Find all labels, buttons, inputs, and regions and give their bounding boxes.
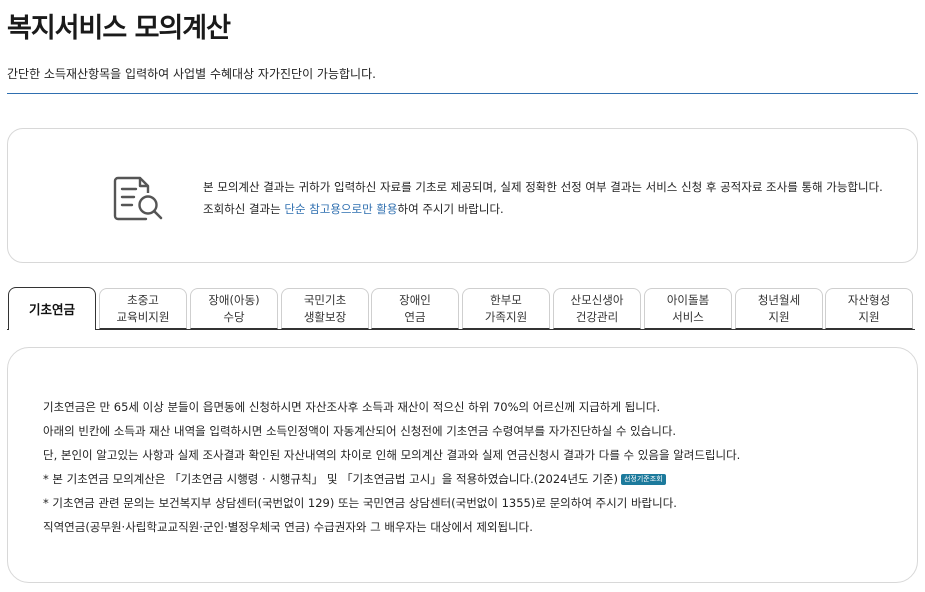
program-tabs: 기초연금 초중고 교육비지원 장애(아동) 수당 국민기초 생활보장 장애인 연…	[7, 287, 915, 330]
description-line: * 기초연금 관련 문의는 보건복지부 상담센터(국번없이 129) 또는 국민…	[43, 496, 677, 510]
tab-youth-rent[interactable]: 청년월세 지원	[735, 288, 823, 329]
tab-single-parent[interactable]: 한부모 가족지원	[462, 288, 550, 329]
tab-basic-pension[interactable]: 기초연금	[8, 287, 96, 330]
description-line: 기초연금은 만 65세 이상 분들이 읍면동에 신청하시면 자산조사후 소득과 …	[43, 400, 661, 414]
tab-label-sub: 수당	[223, 309, 245, 324]
tab-label: 청년월세	[757, 292, 801, 307]
tab-label-sub: 지원	[768, 309, 790, 324]
tab-label: 자산형성	[847, 292, 891, 307]
document-search-icon	[113, 176, 163, 221]
description-line-with-badge: * 본 기초연금 모의계산은 「기초연금 시행령 · 시행규칙」 및 「기초연금…	[43, 467, 903, 491]
description-line: 단, 본인이 알고있는 사항과 실제 조사결과 확인된 자산내역의 차이로 인해…	[43, 448, 741, 462]
page-subtitle: 간단한 소득재산항목을 입력하여 사업별 수혜대상 자가진단이 가능합니다.	[7, 67, 376, 81]
description-line: 직역연금(공무원·사립학교교직원·군인·별정우체국 연금) 수급권자와 그 배우…	[43, 520, 533, 534]
tab-maternal-newborn[interactable]: 산모신생아 건강관리	[553, 288, 641, 329]
tab-label: 아이돌봄	[666, 292, 710, 307]
tab-label-sub: 연금	[404, 309, 426, 324]
title-divider	[7, 93, 918, 94]
tab-disability-pension[interactable]: 장애인 연금	[371, 288, 459, 329]
tab-label-sub: 가족지원	[484, 309, 528, 324]
tab-label: 기초연금	[28, 301, 75, 317]
tab-label: 장애인	[399, 292, 431, 307]
tab-education-support[interactable]: 초중고 교육비지원	[99, 288, 187, 329]
tab-label-sub: 교육비지원	[116, 309, 170, 324]
tab-disability-allowance[interactable]: 장애(아동) 수당	[190, 288, 278, 329]
tab-asset-building[interactable]: 자산형성 지원	[825, 288, 913, 329]
tab-label: 국민기초	[303, 292, 347, 307]
notice-box: 본 모의계산 결과는 귀하가 입력하신 자료를 기초로 제공되며, 실제 정확한…	[7, 128, 918, 263]
tab-child-care[interactable]: 아이돌봄 서비스	[644, 288, 732, 329]
description-line: 아래의 빈칸에 소득과 재산 내역을 입력하시면 소득인정액이 자동계산되어 신…	[43, 424, 677, 438]
page-title: 복지서비스 모의계산	[7, 13, 231, 44]
tabs-baseline	[7, 329, 915, 330]
tab-label-sub: 생활보장	[303, 309, 347, 324]
description-text: * 본 기초연금 모의계산은 「기초연금 시행령 · 시행규칙」 및 「기초연금…	[43, 472, 618, 486]
tab-label: 초중고	[127, 292, 159, 307]
criteria-lookup-badge[interactable]: 선정기준조회	[620, 474, 666, 485]
tab-label: 산모신생아	[570, 292, 624, 307]
description-list: 기초연금은 만 65세 이상 분들이 읍면동에 신청하시면 자산조사후 소득과 …	[43, 395, 903, 539]
notice-text-end: 하여 주시기 바랍니다.	[397, 202, 504, 216]
tab-basic-livelihood[interactable]: 국민기초 생활보장	[281, 288, 369, 329]
tab-content-panel: 기초연금은 만 65세 이상 분들이 읍면동에 신청하시면 자산조사후 소득과 …	[7, 347, 918, 583]
tab-label-sub: 지원	[858, 309, 880, 324]
notice-highlight: 단순 참고용으로만 활용	[284, 202, 398, 216]
notice-text: 본 모의계산 결과는 귀하가 입력하신 자료를 기초로 제공되며, 실제 정확한…	[203, 176, 893, 220]
tab-label: 장애(아동)	[208, 292, 260, 307]
tab-label-sub: 서비스	[672, 309, 704, 324]
tab-label-sub: 건강관리	[575, 309, 619, 324]
tab-label: 한부모	[490, 292, 522, 307]
